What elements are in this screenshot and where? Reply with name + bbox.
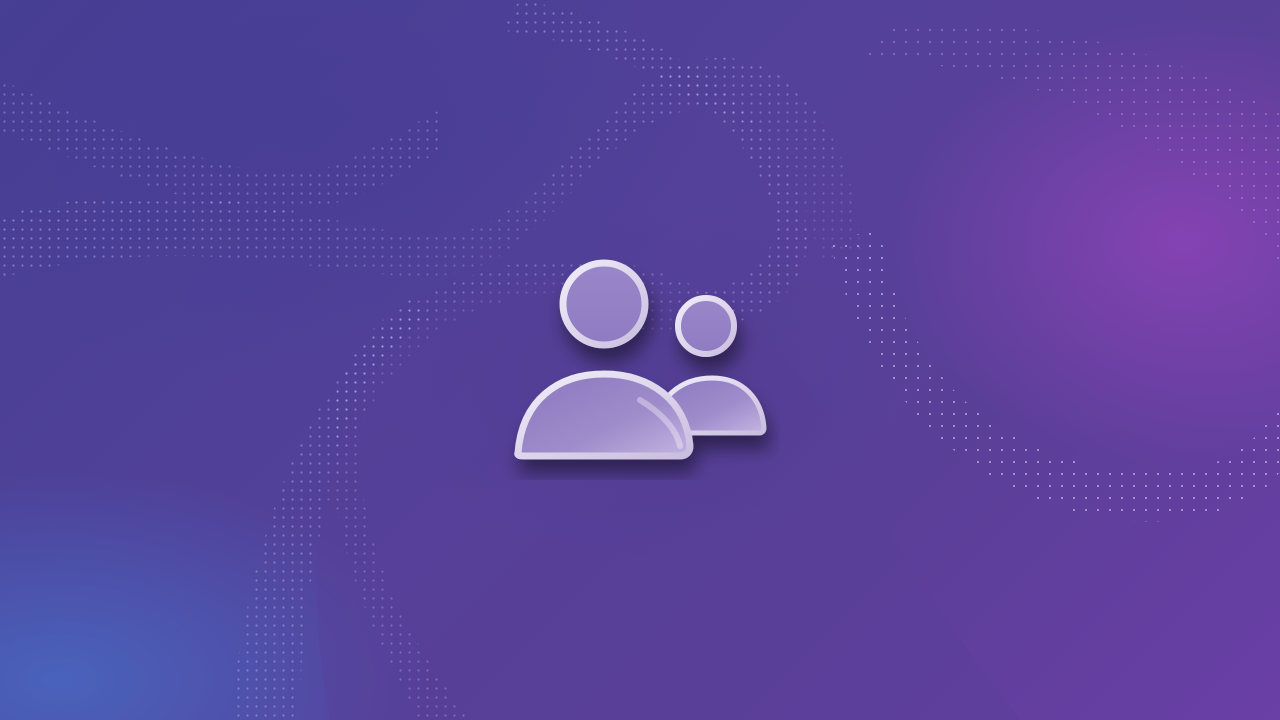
background xyxy=(0,0,1280,720)
primary-person-icon xyxy=(514,259,694,460)
users-icon xyxy=(514,259,767,460)
